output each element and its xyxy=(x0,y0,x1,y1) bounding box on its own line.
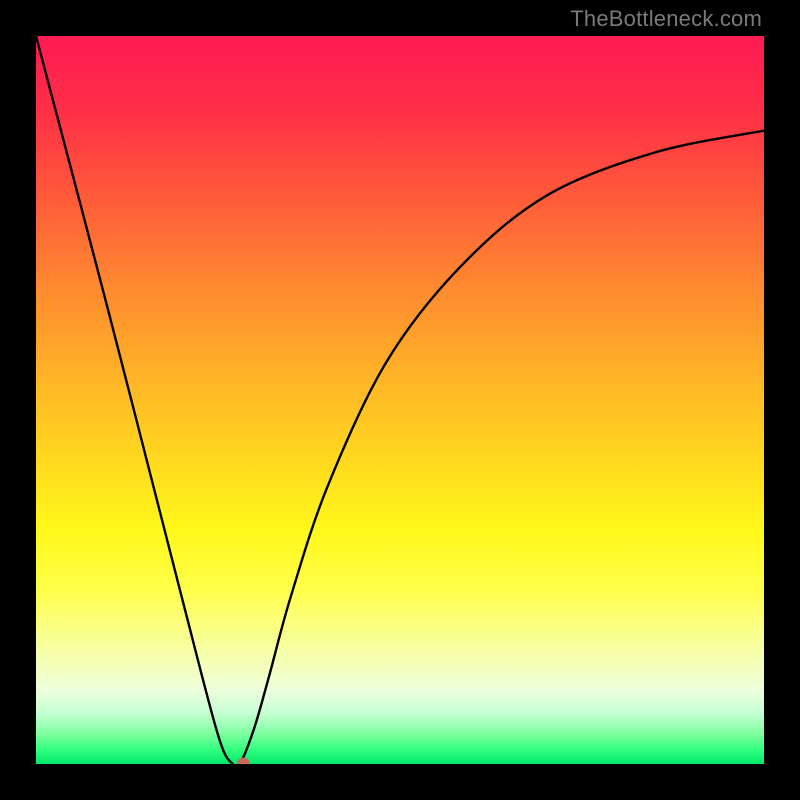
optimal-point-marker xyxy=(237,758,250,765)
chart-frame: TheBottleneck.com xyxy=(0,0,800,800)
curve-layer xyxy=(36,36,764,764)
plot-area xyxy=(36,36,764,764)
bottleneck-curve-path xyxy=(36,36,764,764)
watermark-text: TheBottleneck.com xyxy=(570,6,762,32)
